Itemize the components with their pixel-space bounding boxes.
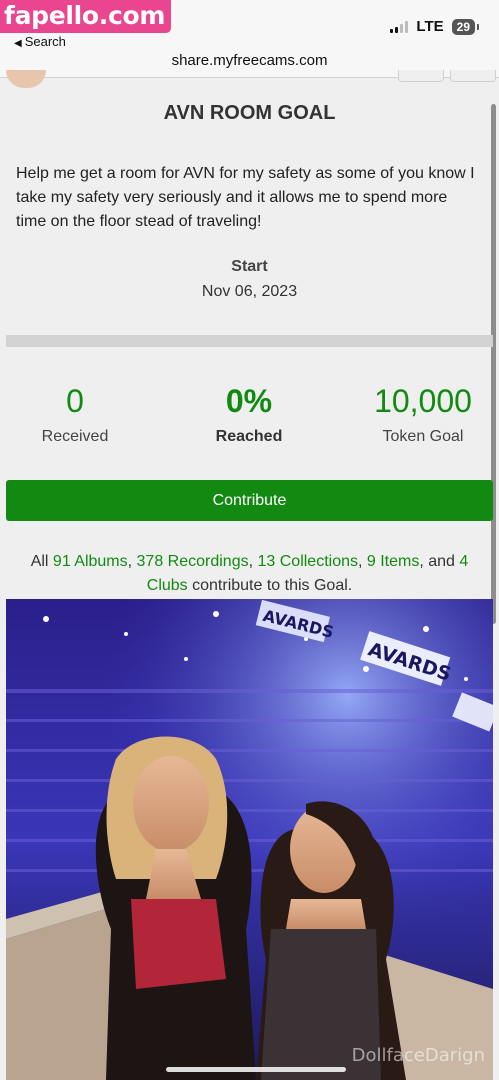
items-link[interactable]: 9 Items	[367, 553, 419, 570]
header-button-partial[interactable]	[450, 70, 496, 82]
watermark-top: fapello.com	[0, 0, 172, 33]
status-indicators: LTE 29	[390, 18, 480, 35]
goal-photo[interactable]: AVARDS AVARDS DollfaceDarign	[6, 599, 493, 1080]
goal-description: Help me get a room for AVN for my safety…	[16, 165, 475, 230]
reached-label: Reached	[215, 428, 283, 445]
contributors-text: All 91 Albums, 378 Recordings, 13 Collec…	[30, 553, 469, 594]
address-bar-url[interactable]: share.myfreecams.com	[0, 52, 499, 69]
reached-value: 0%	[225, 383, 273, 419]
received-label: Received	[41, 428, 109, 445]
token-goal-value: 10,000	[374, 383, 472, 419]
event-photo-illustration: AVARDS AVARDS	[6, 599, 493, 1080]
received-value: 0	[66, 383, 84, 419]
back-triangle-icon: ◀	[14, 38, 22, 49]
battery-icon: 29	[451, 18, 480, 35]
contributors-and: and	[428, 553, 455, 570]
network-type: LTE	[416, 18, 444, 35]
avatar[interactable]	[6, 70, 46, 88]
contribute-button[interactable]: Contribute	[6, 480, 493, 521]
collections-link[interactable]: 13 Collections	[258, 553, 359, 570]
header-button-partial[interactable]	[398, 70, 444, 82]
start-label: Start	[231, 258, 268, 275]
back-to-search-button[interactable]: ◀ Search	[14, 34, 66, 49]
recordings-link[interactable]: 378 Recordings	[137, 553, 249, 570]
contributors-suffix: contribute to this Goal.	[192, 577, 353, 594]
albums-link[interactable]: 91 Albums	[53, 553, 128, 570]
home-indicator[interactable]	[166, 1067, 346, 1072]
start-date: Nov 06, 2023	[201, 283, 298, 300]
scrollbar[interactable]	[491, 104, 496, 624]
token-goal-label: Token Goal	[382, 428, 464, 445]
stat-token-goal: 10,000 Token Goal	[340, 382, 499, 446]
cellular-signal-icon	[390, 20, 409, 33]
stat-received: 0 Received	[0, 382, 158, 446]
goal-progress-bar	[6, 335, 493, 347]
stat-reached: 0% Reached	[166, 382, 332, 446]
contributors-prefix: All	[30, 553, 49, 570]
watermark-bottom: DollfaceDarign	[351, 1045, 485, 1066]
back-label: Search	[24, 34, 66, 49]
goal-title: AVN ROOM GOAL	[163, 102, 336, 124]
